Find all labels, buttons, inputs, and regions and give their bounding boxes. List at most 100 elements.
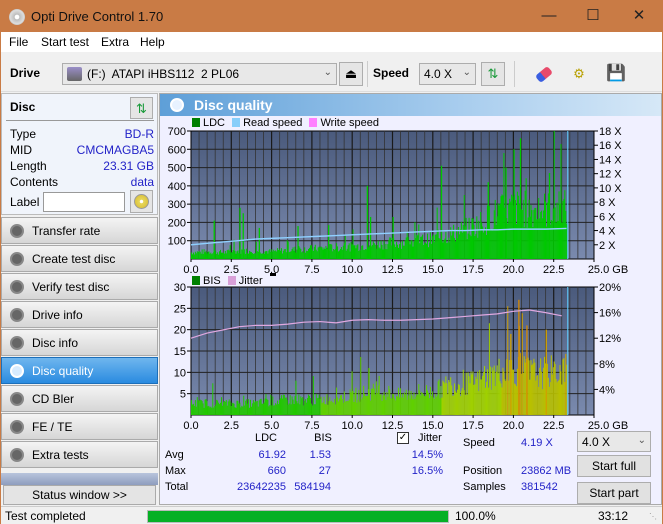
ldc-bar <box>427 247 429 259</box>
bis-bar <box>451 385 453 415</box>
sidebar-item-label: Extra tests <box>32 448 89 462</box>
refresh-button[interactable]: ⇅ <box>481 62 505 86</box>
sidebar-item-drive-info[interactable]: Drive info <box>1 301 158 328</box>
bis-bar <box>559 365 561 415</box>
bis-bar <box>218 402 220 415</box>
bis-bar <box>469 383 471 415</box>
ldc-bar <box>417 235 419 259</box>
sidebar-item-label: Transfer rate <box>32 224 101 238</box>
maximize-button[interactable]: ☐ <box>570 1 616 32</box>
bis-bar <box>279 399 281 415</box>
bis-bar <box>418 384 420 415</box>
ldc-bar <box>459 229 461 259</box>
sidebar-item-extra-tests[interactable]: Extra tests <box>1 441 158 468</box>
menu-extra[interactable]: Extra <box>101 35 129 49</box>
y-tick-label: 20 <box>174 325 186 337</box>
sidebar-item-disc-info[interactable]: Disc info <box>1 329 158 356</box>
ldc-bar <box>204 252 206 259</box>
bis-bar <box>507 306 509 415</box>
bis-bar <box>366 395 368 415</box>
settings-button[interactable]: ⚙ <box>567 62 591 86</box>
bis-bar <box>374 394 376 415</box>
ldc-bar <box>377 240 379 259</box>
ldc-bar-spike <box>392 216 394 259</box>
bis-bar <box>341 399 343 415</box>
bis-bar <box>489 366 491 415</box>
disc-label-button[interactable] <box>130 190 153 213</box>
jitter-checkbox[interactable]: ✓ <box>397 432 409 444</box>
resize-grip-icon[interactable]: ⋱ <box>649 512 657 521</box>
bis-bar <box>398 397 400 415</box>
ldc-bar <box>458 234 460 259</box>
sidebar-item-create-test-disc[interactable]: Create test disc <box>1 245 158 272</box>
bis-bar <box>311 405 313 415</box>
ldc-bar <box>465 217 467 259</box>
disc-label-input[interactable] <box>43 192 125 212</box>
bis-bar <box>204 399 206 415</box>
save-button[interactable]: 💾 <box>604 62 628 86</box>
ldc-bar <box>205 250 207 259</box>
sidebar-item-verify-test-disc[interactable]: Verify test disc <box>1 273 158 300</box>
bis-bar <box>531 365 533 415</box>
ldc-bar <box>192 252 194 259</box>
bis-bar <box>249 407 251 415</box>
menu-help[interactable]: Help <box>140 35 165 49</box>
bis-bar <box>203 407 205 415</box>
eject-button[interactable]: ⏏ <box>339 62 363 86</box>
bis-bar <box>192 403 194 415</box>
menu-start-test[interactable]: Start test <box>41 35 89 49</box>
bis-bar <box>400 397 402 415</box>
ldc-bar <box>351 244 353 259</box>
sidebar-item-disc-quality[interactable]: Disc quality <box>1 357 158 384</box>
disc-refresh-button[interactable]: ⇅ <box>130 97 153 119</box>
bis-bar <box>470 371 472 415</box>
menu-file[interactable]: File <box>9 35 28 49</box>
bis-bar <box>412 399 414 415</box>
start-part-button[interactable]: Start part <box>577 482 651 504</box>
bis-bar <box>285 397 287 415</box>
bis-bar <box>560 371 562 415</box>
ldc-bar <box>508 204 510 259</box>
ldc-bar <box>483 232 485 259</box>
bis-bar <box>359 401 361 415</box>
bis-bar <box>386 392 388 415</box>
bis-bar <box>558 379 560 415</box>
x-tick-label: 10.0 <box>341 264 362 274</box>
bis-bar <box>399 388 401 415</box>
ldc-bar <box>300 248 302 259</box>
status-window-button[interactable]: Status window >> <box>3 485 156 505</box>
sidebar-item-transfer-rate[interactable]: Transfer rate <box>1 217 158 244</box>
ldc-bar <box>256 251 258 259</box>
minimize-button[interactable]: — <box>526 1 572 32</box>
erase-button[interactable] <box>532 62 556 86</box>
bis-bar <box>537 374 539 415</box>
ldc-bar <box>292 247 294 259</box>
y2-tick-label: 12% <box>599 333 621 345</box>
ldc-bar <box>503 153 505 259</box>
start-full-button[interactable]: Start full <box>577 455 651 477</box>
bis-bar <box>211 407 213 415</box>
ldc-bar <box>544 193 546 259</box>
drive-select[interactable]: (F:) ATAPI iHBS112 2 PL06 ⌄ <box>62 63 337 85</box>
ldc-bar-spike <box>366 185 369 259</box>
ldc-bar <box>224 250 226 259</box>
bis-bar <box>541 371 543 415</box>
ldc-bar <box>387 244 389 259</box>
bis-bar <box>481 379 483 415</box>
bis-bar <box>396 395 398 415</box>
sidebar-item-cd-bler[interactable]: CD Bler <box>1 385 158 412</box>
bis-bar <box>413 392 415 415</box>
speed-select[interactable]: 4.0 X ⌄ <box>419 63 476 85</box>
close-button[interactable]: ✕ <box>616 1 662 32</box>
bis-bar <box>274 405 276 415</box>
bis-bar <box>236 400 238 415</box>
bis-bar <box>209 407 211 415</box>
sidebar-item-fe-te[interactable]: FE / TE <box>1 413 158 440</box>
ldc-bar <box>304 247 306 259</box>
bis-bar <box>197 400 199 415</box>
ldc-bar <box>228 250 230 259</box>
test-speed-select[interactable]: 4.0 X ⌄ <box>577 431 651 452</box>
bis-bar <box>416 393 418 415</box>
ldc-bar <box>407 236 409 259</box>
bis-bar <box>199 399 201 415</box>
